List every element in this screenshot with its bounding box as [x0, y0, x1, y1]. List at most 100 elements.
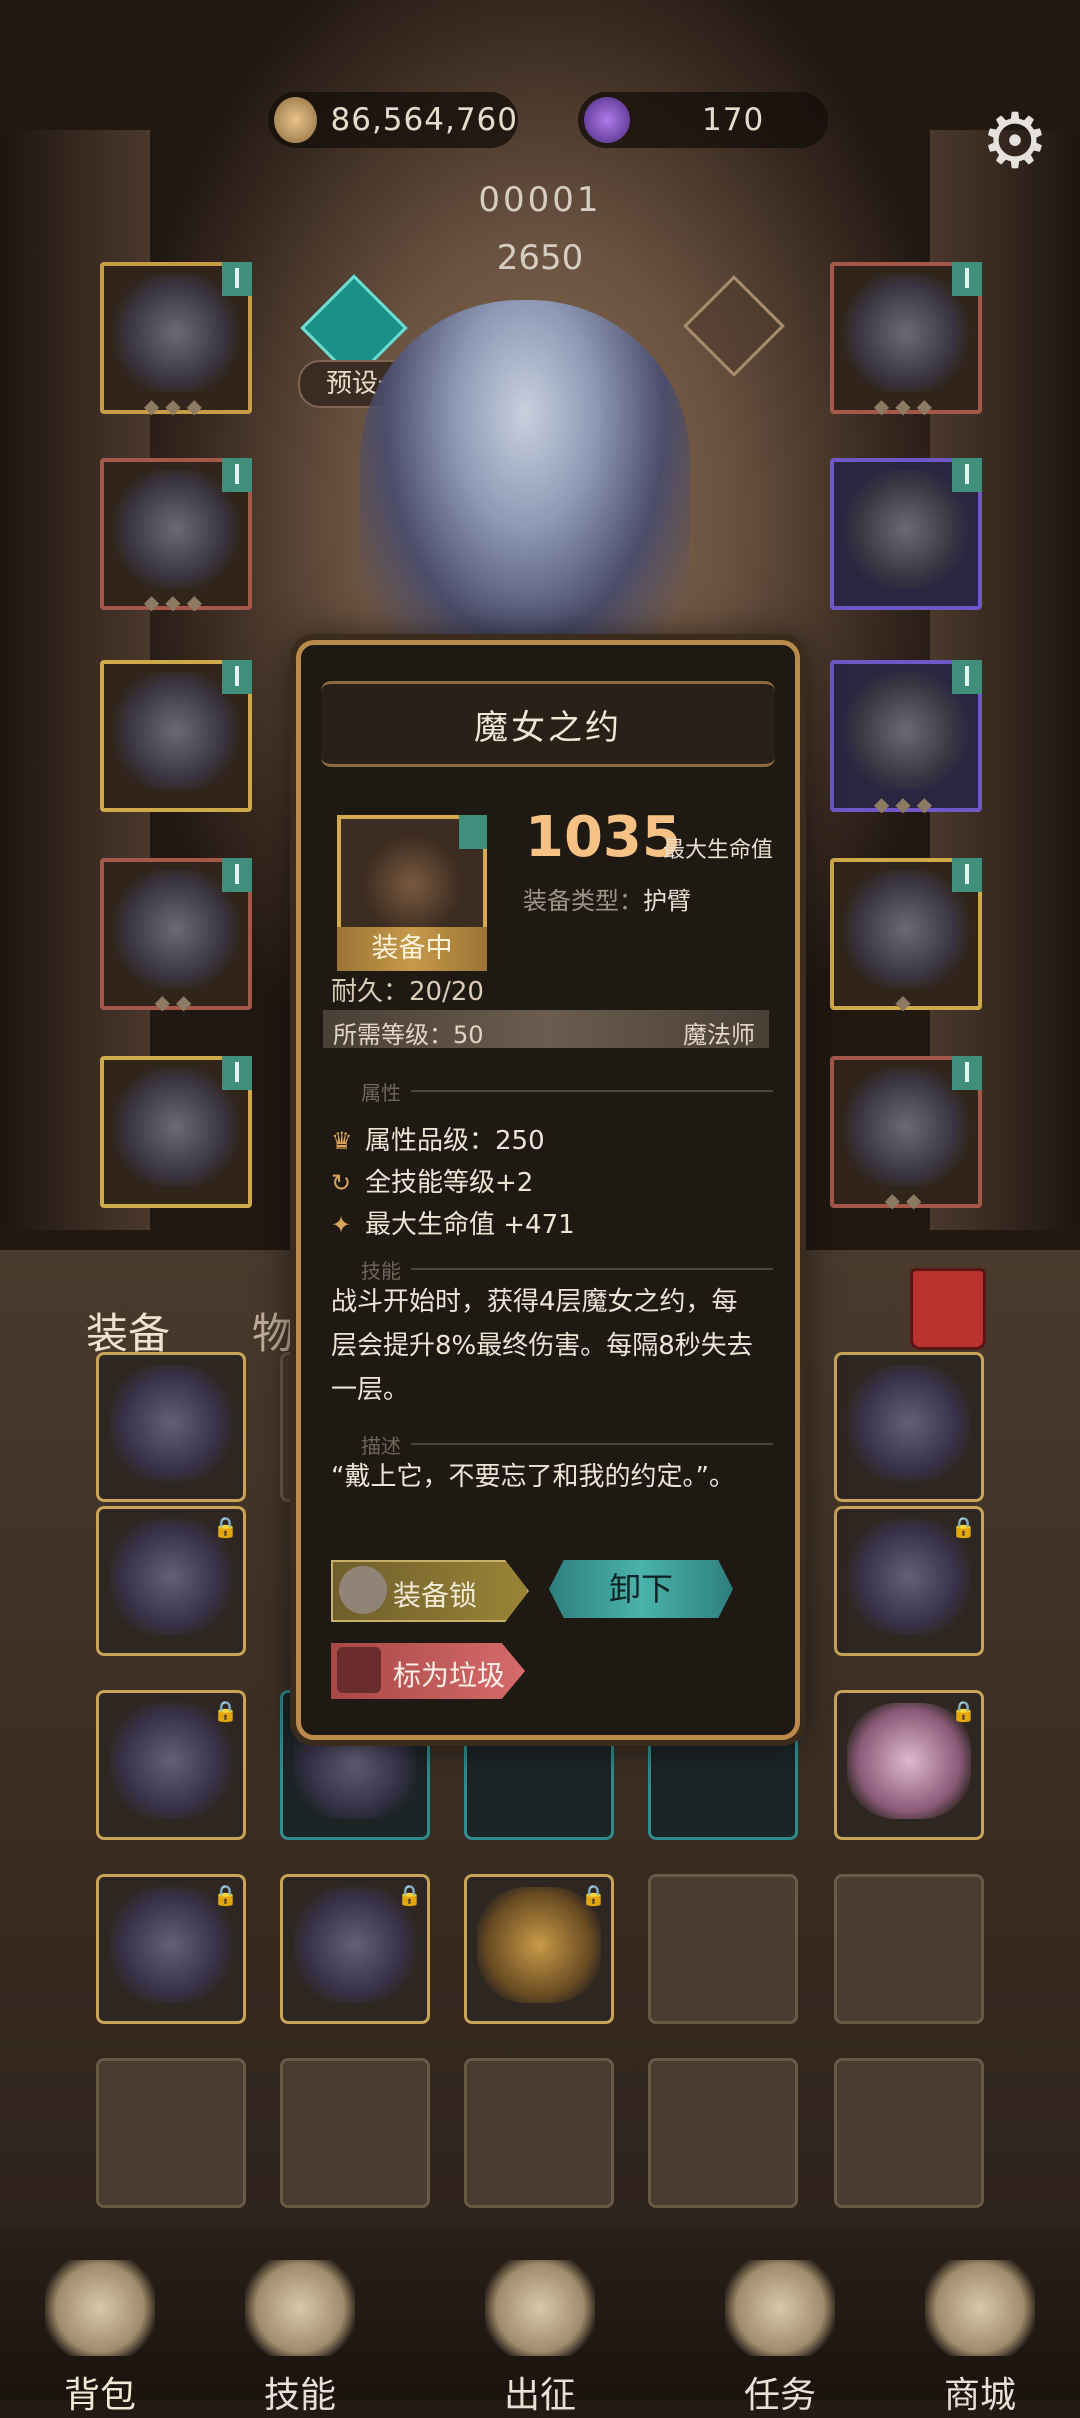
mark-trash-button[interactable]: 标为垃圾: [331, 1643, 525, 1699]
inventory-slot[interactable]: [648, 2058, 798, 2208]
skill-description: 战斗开始时，获得4层魔女之约，每层会提升8%最终伤害。每隔8秒失去一层。: [331, 1287, 753, 1405]
required-class: 魔法师: [683, 1021, 755, 1049]
inventory-slot[interactable]: [96, 2058, 246, 2208]
durability: 耐久：20/20: [331, 971, 484, 1008]
upgrade-flag-icon: [222, 660, 252, 694]
item-icon: [847, 1365, 971, 1481]
attribute-row: ↻ 全技能等级+2: [331, 1168, 534, 1198]
divider: [411, 1268, 773, 1270]
lotus-icon: ♛: [331, 1127, 353, 1155]
inventory-slot[interactable]: 🔒: [96, 1690, 246, 1840]
boots-icon: [112, 1068, 240, 1186]
required-level: 所需等级：50: [333, 1021, 484, 1049]
upgrade-flag-icon: [459, 815, 487, 849]
player-id: 00001: [478, 180, 602, 220]
sword-icon: [485, 2260, 595, 2356]
equip-type-label: 装备类型：: [523, 887, 643, 915]
attribute-row: ✦ 最大生命值 +471: [331, 1210, 575, 1240]
durability-label: 耐久：: [331, 977, 410, 1007]
gold-currency: 86,564,760: [268, 92, 518, 148]
inventory-slot[interactable]: [96, 1352, 246, 1502]
inventory-slot[interactable]: [834, 2058, 984, 2208]
gem-icon: [584, 97, 630, 143]
inventory-slot[interactable]: 🔒: [96, 1874, 246, 2024]
settings-gear-icon[interactable]: ⚙: [976, 102, 1054, 180]
main-stat-name: 最大生命值: [663, 838, 774, 863]
nav-shop[interactable]: 商城: [890, 2260, 1070, 2418]
equip-slot-ring[interactable]: [830, 458, 982, 610]
unequip-button[interactable]: 卸下: [549, 1560, 733, 1618]
inventory-slot[interactable]: 🔒: [464, 1874, 614, 2024]
equip-slot-amulet[interactable]: ◆◆◆: [830, 660, 982, 816]
backpack-icon: [45, 2260, 155, 2356]
upgrade-flag-icon: [952, 858, 982, 892]
equip-slot-bracer[interactable]: [100, 660, 252, 812]
equip-slot-staff[interactable]: ◆: [830, 858, 982, 1014]
flavor-text: “戴上它，不要忘了和我的约定。”。: [331, 1462, 735, 1492]
durability-value: 20/20: [409, 977, 484, 1007]
bracer-icon: [112, 672, 240, 790]
nav-skills[interactable]: 技能: [210, 2260, 390, 2418]
equip-slot-necklace[interactable]: ◆◆◆: [830, 262, 982, 418]
lock-icon: 🔒: [213, 1883, 238, 1907]
nav-expedition[interactable]: 出征: [450, 2260, 630, 2418]
lock-icon: 🔒: [951, 1699, 976, 1723]
character-portrait: [360, 300, 690, 680]
upgrade-flag-icon: [952, 458, 982, 492]
gold-coin-icon: [274, 97, 317, 143]
lock-icon: 🔒: [213, 1515, 238, 1539]
lock-icon: [339, 1566, 387, 1614]
inventory-slot[interactable]: [648, 1874, 798, 2024]
section-attributes: 属性: [361, 1081, 401, 1105]
skill-book-icon: [245, 2260, 355, 2356]
equip-slot-pants[interactable]: ◆◆: [100, 858, 252, 1014]
inventory-slot[interactable]: 🔒: [280, 1874, 430, 2024]
inventory-slot[interactable]: 🔒: [834, 1506, 984, 1656]
inventory-slot[interactable]: 🔒: [834, 1690, 984, 1840]
shop-icon: [925, 2260, 1035, 2356]
equipment-lock-button[interactable]: 装备锁: [331, 1560, 529, 1622]
upgrade-flag-icon: [222, 1056, 252, 1090]
main-stat-value: 1035: [525, 805, 681, 870]
gold-amount: 86,564,760: [330, 102, 518, 138]
upgrade-flag-icon: [952, 1056, 982, 1090]
combat-power: 2650: [496, 238, 584, 278]
nav-backpack[interactable]: 背包: [10, 2260, 190, 2418]
sparkle-icon: ✦: [331, 1211, 352, 1239]
inventory-slot[interactable]: 🔒: [96, 1506, 246, 1656]
lock-icon: 🔒: [397, 1883, 422, 1907]
spellbook-icon: [842, 1068, 970, 1186]
upgrade-flag-icon: [952, 660, 982, 694]
lock-icon: 🔒: [951, 1515, 976, 1539]
divider: [411, 1443, 773, 1445]
equip-slot-armor[interactable]: ◆◆◆: [100, 458, 252, 614]
requirement-bar: 所需等级：50 魔法师: [323, 1010, 769, 1049]
attribute-row: ♛ 属性品级：250: [331, 1126, 545, 1156]
equip-slot-helmet[interactable]: ◆◆◆: [100, 262, 252, 418]
inventory-slot[interactable]: [834, 1352, 984, 1502]
inventory-slot[interactable]: [834, 1874, 984, 2024]
lock-icon: 🔒: [581, 1883, 606, 1907]
ring-icon: [842, 470, 970, 588]
trash-icon: [337, 1647, 381, 1693]
trash-can-icon[interactable]: [910, 1268, 986, 1350]
equipped-badge: 装备中: [337, 927, 487, 971]
equip-slot-spellbook[interactable]: ◆◆: [830, 1056, 982, 1212]
item-icon: [109, 1365, 233, 1481]
nav-quests[interactable]: 任务: [690, 2260, 870, 2418]
equip-type-value: 护臂: [643, 887, 691, 915]
helmet-icon: [112, 274, 240, 392]
gem-amount: 170: [702, 102, 765, 138]
equip-slot-boots[interactable]: [100, 1056, 252, 1208]
inventory-slot[interactable]: [280, 2058, 430, 2208]
item-name: 魔女之约: [474, 708, 622, 748]
gem-currency: 170: [578, 92, 828, 148]
upgrade-flag-icon: [222, 858, 252, 892]
scroll-icon: [725, 2260, 835, 2356]
inventory-slot[interactable]: [464, 2058, 614, 2208]
necklace-icon: [842, 274, 970, 392]
amulet-icon: [842, 672, 970, 790]
upgrade-flag-icon: [222, 458, 252, 492]
divider: [411, 1090, 773, 1092]
equip-type: 装备类型：护臂: [523, 881, 691, 916]
